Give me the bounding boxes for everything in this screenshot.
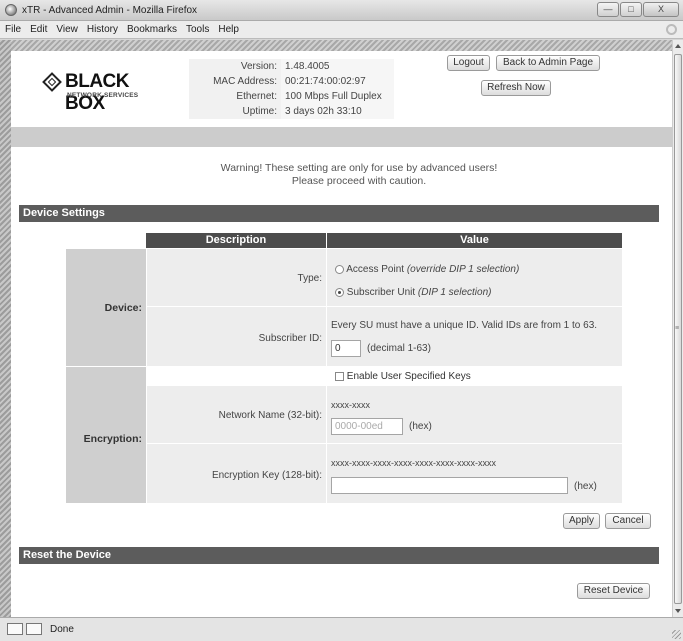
network-name-desc-cell: Network Name (32-bit): — [147, 386, 326, 443]
apply-button[interactable]: Apply — [563, 513, 600, 529]
device-settings-header: Device Settings — [19, 205, 659, 222]
network-name-input[interactable]: 0000-00ed — [331, 418, 403, 435]
access-point-label: Access Point — [346, 264, 405, 275]
encryption-key-format: xxxx-xxxx-xxxx-xxxx-xxxx-xxxx-xxxx-xxxx — [331, 458, 496, 468]
subscriber-unit-label: Subscriber Unit — [346, 287, 416, 298]
subscriber-id-input[interactable]: 0 — [331, 340, 361, 357]
logo-tagline: NETWORK SERVICES — [67, 92, 139, 99]
subscriber-id-desc-cell: Subscriber ID: — [147, 307, 326, 366]
network-name-label: Network Name (32-bit): — [218, 410, 322, 421]
connection-icon — [7, 623, 23, 635]
maximize-button[interactable]: □ — [620, 2, 642, 17]
version-label: Version: — [189, 59, 281, 74]
version-value: 1.48.4005 — [281, 59, 394, 74]
menu-help[interactable]: Help — [218, 24, 239, 35]
type-option-subscriber-unit[interactable]: Subscriber Unit (DIP 1 selection) — [335, 287, 491, 298]
type-option-access-point[interactable]: Access Point (override DIP 1 selection) — [335, 264, 519, 275]
warning-line-2: Please proceed with caution. — [291, 175, 427, 187]
mac-label: MAC Address: — [189, 74, 281, 89]
col-description: Description — [146, 233, 326, 248]
info-row-mac: MAC Address: 00:21:74:00:02:97 — [189, 74, 394, 89]
menu-view[interactable]: View — [56, 24, 78, 35]
subscriber-unit-note: (DIP 1 selection) — [417, 287, 492, 298]
encryption-key-input[interactable] — [331, 477, 568, 494]
access-point-note: (override DIP 1 selection) — [406, 264, 520, 275]
device-label: Device: — [104, 302, 142, 314]
header-divider — [11, 127, 672, 147]
encryption-key-value-cell: xxxx-xxxx-xxxx-xxxx-xxxx-xxxx-xxxx-xxxx … — [327, 444, 622, 503]
scroll-grip-icon: ≡ — [675, 325, 680, 332]
subscriber-id-label: Subscriber ID: — [258, 333, 322, 344]
col-value: Value — [327, 233, 622, 248]
device-info-table: Version: 1.48.4005 MAC Address: 00:21:74… — [189, 59, 394, 119]
device-group: Device: — [66, 249, 146, 366]
page-content: BLACK BOX NETWORK SERVICES Version: 1.48… — [11, 40, 672, 617]
top-hatch — [11, 40, 672, 51]
subscriber-id-value-cell: Every SU must have a unique ID. Valid ID… — [327, 307, 622, 366]
mac-value: 00:21:74:00:02:97 — [281, 74, 394, 89]
uptime-value: 3 days 02h 33:10 — [281, 104, 394, 119]
reset-device-button[interactable]: Reset Device — [577, 583, 650, 599]
refresh-now-button[interactable]: Refresh Now — [481, 80, 551, 96]
subscriber-id-unit: (decimal 1-63) — [367, 343, 431, 354]
type-desc-cell: Type: — [147, 249, 326, 306]
menu-edit[interactable]: Edit — [30, 24, 47, 35]
back-to-admin-button[interactable]: Back to Admin Page — [496, 55, 600, 71]
scroll-up-arrow-icon[interactable] — [675, 44, 681, 48]
menu-bookmarks[interactable]: Bookmarks — [127, 24, 177, 35]
ethernet-label: Ethernet: — [189, 89, 281, 104]
status-text: Done — [50, 624, 74, 635]
subscriber-id-help: Every SU must have a unique ID. Valid ID… — [331, 320, 598, 331]
left-margin — [0, 40, 11, 617]
menu-file[interactable]: File — [5, 24, 21, 35]
menu-tools[interactable]: Tools — [186, 24, 209, 35]
reset-device-header: Reset the Device — [19, 547, 659, 564]
encryption-label: Encryption: — [83, 433, 142, 445]
info-row-version: Version: 1.48.4005 — [189, 59, 394, 74]
advanced-warning: Warning! These setting are only for use … — [11, 162, 672, 188]
page-status-icon — [26, 623, 42, 635]
info-row-ethernet: Ethernet: 100 Mbps Full Duplex — [189, 89, 394, 104]
subscriber-unit-radio[interactable] — [335, 287, 344, 297]
close-button[interactable]: X — [643, 2, 679, 17]
encryption-key-unit: (hex) — [574, 481, 597, 492]
network-name-unit: (hex) — [409, 421, 432, 432]
type-value-cell: Access Point (override DIP 1 selection) … — [327, 249, 622, 306]
vertical-scrollbar[interactable]: ≡ — [672, 40, 683, 617]
network-name-value-cell: xxxx-xxxx 0000-00ed (hex) — [327, 386, 622, 443]
logo-diamond-icon — [42, 72, 62, 92]
window-titlebar: xTR - Advanced Admin - Mozilla Firefox —… — [0, 0, 683, 21]
menu-history[interactable]: History — [87, 24, 118, 35]
enable-keys-checkbox[interactable] — [335, 371, 344, 381]
encryption-group: Encryption: — [66, 367, 146, 503]
uptime-label: Uptime: — [189, 104, 281, 119]
black-box-logo: BLACK BOX NETWORK SERVICES — [42, 70, 161, 114]
logout-button[interactable]: Logout — [447, 55, 490, 71]
access-point-radio[interactable] — [335, 264, 344, 274]
ethernet-value: 100 Mbps Full Duplex — [281, 89, 394, 104]
network-name-format: xxxx-xxxx — [331, 400, 370, 410]
menu-bar: File Edit View History Bookmarks Tools H… — [0, 21, 683, 39]
warning-line-1: Warning! These setting are only for use … — [220, 162, 498, 174]
window-title: xTR - Advanced Admin - Mozilla Firefox — [22, 5, 198, 16]
enable-keys-label: Enable User Specified Keys — [346, 371, 471, 382]
firefox-icon — [5, 4, 17, 16]
minimize-button[interactable]: — — [597, 2, 619, 17]
status-bar: Done — [0, 617, 683, 641]
encryption-key-desc-cell: Encryption Key (128-bit): — [147, 444, 326, 503]
type-label: Type: — [297, 273, 322, 284]
encryption-key-label: Encryption Key (128-bit): — [211, 470, 322, 481]
scroll-down-arrow-icon[interactable] — [675, 609, 681, 613]
resize-grip-icon[interactable] — [672, 630, 681, 639]
throbber-icon — [666, 24, 677, 35]
enable-keys-row: Enable User Specified Keys — [147, 367, 622, 385]
cancel-button[interactable]: Cancel — [605, 513, 651, 529]
info-row-uptime: Uptime: 3 days 02h 33:10 — [189, 104, 394, 119]
enable-keys-option[interactable]: Enable User Specified Keys — [335, 371, 471, 382]
